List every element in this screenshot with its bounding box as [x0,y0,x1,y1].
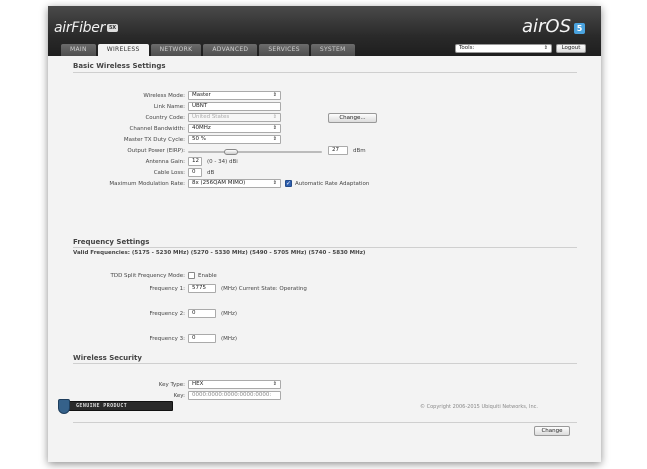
section-divider [73,247,577,248]
channel-bandwidth-select[interactable]: 40MHz ⇕ [188,124,281,133]
key-type-value: HEX [192,381,204,387]
section-divider [73,363,577,364]
brand-right-badge: 5 [574,23,585,34]
antenna-gain-range: (0 - 34) dBi [207,159,238,165]
chevron-updown-icon: ⇕ [272,381,277,387]
frequency-1-unit: (MHz) Current State: Operating [221,286,307,292]
tab-system[interactable]: SYSTEM [310,44,355,56]
wireless-mode-select[interactable]: Master ⇕ [188,91,281,100]
genuine-product-text: GENUINE PRODUCT [76,403,128,409]
cable-loss-label: Cable Loss: [153,170,185,176]
tab-advanced[interactable]: ADVANCED [203,44,258,56]
country-code-label: Country Code: [145,115,185,121]
tab-network[interactable]: NETWORK [150,44,202,56]
change-country-button[interactable]: Change... [328,113,377,123]
frequency-3-label: Frequency 3: [149,336,185,342]
frequency-2-unit: (MHz) [221,311,238,317]
section-divider [73,72,577,73]
shield-icon [58,399,70,414]
tab-main[interactable]: MAIN [61,44,96,56]
airos-logo: airOS 5 [522,16,585,37]
tdd-enable-checkbox[interactable] [188,272,195,279]
key-type-label: Key Type: [158,382,185,388]
auto-rate-checkbox[interactable]: ✓ [285,180,292,187]
chevron-updown-icon: ⇕ [272,125,277,131]
modulation-select[interactable]: 8x (256QAM MIMO) ⇕ [188,179,281,188]
output-power-unit: dBm [353,148,366,154]
frequency-2-label: Frequency 2: [149,311,185,317]
country-code-value: United States [192,114,230,120]
wireless-mode-value: Master [192,92,211,98]
valid-frequencies-text: Valid Frequencies: (5175 - 5230 MHz) (52… [73,250,366,256]
wireless-mode-label: Wireless Mode: [143,93,185,99]
copyright-text: © Copyright 2006-2015 Ubiquiti Networks,… [420,404,538,410]
chevron-updown-icon: ⇕ [272,136,277,142]
output-power-slider-thumb[interactable] [224,149,238,155]
channel-bandwidth-label: Channel Bandwidth: [129,126,185,132]
brand-right-text: airOS [521,16,571,37]
auto-rate-label: Automatic Rate Adaptation [295,181,370,187]
app-window: airFiber 5X airOS 5 MAIN WIRELESS NETWORK … [48,6,601,462]
country-code-select[interactable]: United States ⇕ [188,113,281,122]
output-power-slider[interactable] [188,151,322,153]
logout-button[interactable]: Logout [556,44,586,53]
chevron-updown-icon: ⇕ [272,92,277,98]
tools-select-value: Tools: [459,45,475,51]
key-label: Key: [173,393,185,399]
frequency-3-input[interactable]: 0 [188,334,216,343]
duty-cycle-label: Master TX Duty Cycle: [123,137,185,143]
brand-left-text: airFiber [54,20,106,36]
tdd-enable-label: Enable [198,273,217,279]
main-tabs: MAIN WIRELESS NETWORK ADVANCED SERVICES … [61,44,355,56]
output-power-input[interactable]: 27 [328,146,348,155]
tab-wireless[interactable]: WIRELESS [97,44,149,56]
antenna-gain-label: Antenna Gain: [145,159,185,165]
frequency-1-label: Frequency 1: [149,286,185,292]
antenna-gain-input[interactable]: 12 [188,157,202,166]
chevron-updown-icon: ⇕ [272,180,277,186]
airfiber-logo: airFiber 5X [54,20,118,36]
cable-loss-input[interactable]: 0 [188,168,202,177]
basic-settings-title: Basic Wireless Settings [73,62,166,70]
modulation-value: 8x (256QAM MIMO) [192,180,246,186]
chevron-updown-icon: ⇕ [272,114,277,120]
change-button[interactable]: Change [534,426,570,436]
cable-loss-unit: dB [207,170,215,176]
output-power-label: Output Power (EIRP): [127,148,185,154]
frequency-3-unit: (MHz) [221,336,238,342]
tdd-mode-label: TDD Split Frequency Mode: [110,273,185,279]
modulation-label: Maximum Modulation Rate: [109,181,185,187]
link-name-label: Link Name: [153,104,185,110]
key-type-select[interactable]: HEX ⇕ [188,380,281,389]
tools-select[interactable]: Tools: ⇕ [455,44,552,53]
brand-left-badge: 5X [107,24,118,32]
frequency-2-input[interactable]: 0 [188,309,216,318]
frequency-1-input[interactable]: 5775 [188,284,216,293]
link-name-input[interactable]: UBNT [188,102,281,111]
duty-cycle-select[interactable]: 50 % ⇕ [188,135,281,144]
frequency-settings-title: Frequency Settings [73,238,150,246]
genuine-product-badge: GENUINE PRODUCT [58,399,173,414]
key-input[interactable]: 0000:0000:0000:0000:0000: [188,391,281,400]
header-bar: airFiber 5X airOS 5 MAIN WIRELESS NETWORK … [48,6,601,56]
wireless-security-title: Wireless Security [73,354,142,362]
channel-bandwidth-value: 40MHz [192,125,211,131]
section-divider [73,422,577,423]
duty-cycle-value: 50 % [192,136,206,142]
chevron-updown-icon: ⇕ [543,45,548,51]
tab-services[interactable]: SERVICES [259,44,309,56]
